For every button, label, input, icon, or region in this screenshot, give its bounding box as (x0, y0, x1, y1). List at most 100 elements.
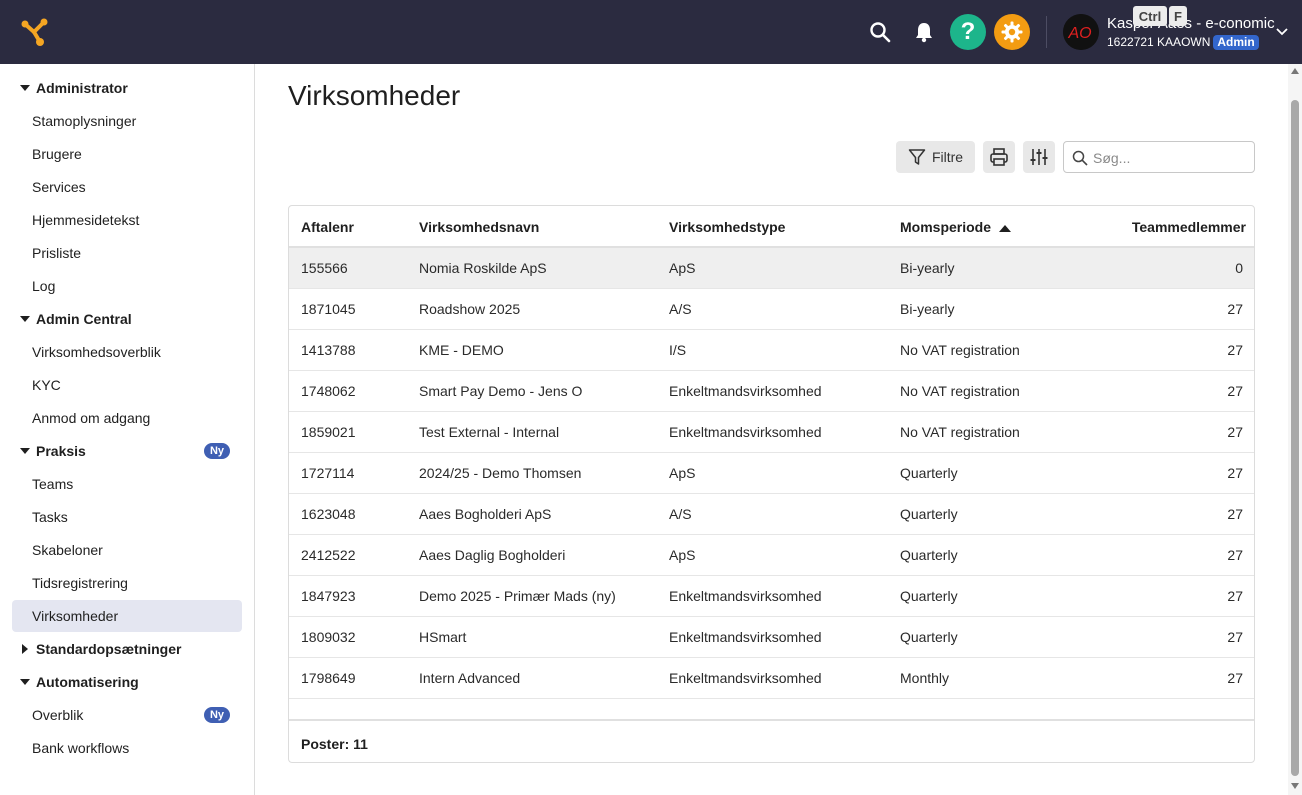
page-scrollbar[interactable] (1288, 64, 1302, 795)
section-label: Standardopsætninger (36, 641, 182, 657)
sidebar-section-standardopsaetninger[interactable]: Standardopsætninger (12, 633, 242, 665)
sidebar-item-skabeloner[interactable]: Skabeloner (12, 534, 242, 566)
sidebar-item-label: Overblik (32, 707, 84, 723)
settings-gear-icon[interactable] (994, 14, 1030, 50)
column-header-aftalenr[interactable]: Aftalenr (301, 219, 354, 235)
printer-icon (990, 148, 1008, 166)
cell-momsperiode: No VAT registration (900, 424, 1020, 440)
table-row[interactable]: 1413788 KME - DEMO I/S No VAT registrati… (289, 330, 1254, 371)
topbar-divider (1046, 16, 1047, 48)
app-logo-icon[interactable] (17, 15, 51, 49)
cell-momsperiode: Quarterly (900, 629, 958, 645)
bell-icon[interactable] (906, 14, 942, 50)
cell-momsperiode: Quarterly (900, 465, 958, 481)
filter-icon (908, 149, 926, 165)
sidebar-section-admin-central[interactable]: Admin Central (12, 303, 242, 335)
cell-virksomhedsnavn: 2024/25 - Demo Thomsen (419, 465, 582, 481)
sidebar-item-stamoplysninger[interactable]: Stamoplysninger (12, 105, 242, 137)
search-input[interactable] (1093, 148, 1193, 168)
cell-virksomhedsnavn: Test External - Internal (419, 424, 560, 440)
sidebar-item-overblik[interactable]: Overblik Ny (12, 699, 242, 731)
cell-aftalenr: 1727114 (301, 465, 355, 481)
cell-aftalenr: 1859021 (301, 424, 356, 440)
cell-virksomhedsnavn: Aaes Daglig Bogholderi (419, 547, 566, 563)
table-row[interactable]: 2412522 Aaes Daglig Bogholderi ApS Quart… (289, 535, 1254, 576)
cell-momsperiode: No VAT registration (900, 383, 1020, 399)
sidebar-item-prisliste[interactable]: Prisliste (12, 237, 242, 269)
table-row[interactable]: 1809032 HSmart Enkeltmandsvirksomhed Qua… (289, 617, 1254, 658)
sidebar-item-log[interactable]: Log (12, 270, 242, 302)
sidebar-section-administrator[interactable]: Administrator (12, 72, 242, 104)
table-row[interactable]: 1798649 Intern Advanced Enkeltmandsvirks… (289, 658, 1254, 699)
column-header-label: Momsperiode (900, 219, 992, 235)
cell-momsperiode: Quarterly (900, 547, 958, 563)
cell-aftalenr: 1847923 (301, 588, 356, 604)
scroll-up-arrow-icon[interactable] (1291, 68, 1299, 74)
cell-virksomhedsnavn: Roadshow 2025 (419, 301, 521, 317)
cell-teammedlemmer: 27 (1227, 629, 1243, 645)
sidebar-item-teams[interactable]: Teams (12, 468, 242, 500)
sidebar-item-services[interactable]: Services (12, 171, 242, 203)
shortcut-f-key: F (1169, 6, 1187, 26)
sidebar-section-praksis[interactable]: Praksis Ny (12, 435, 242, 467)
sidebar-item-bank-workflows[interactable]: Bank workflows (12, 732, 242, 764)
sidebar-item-hjemmesidetekst[interactable]: Hjemmesidetekst (12, 204, 242, 236)
sidebar: Administrator Stamoplysninger Brugere Se… (0, 64, 255, 795)
page-title: Virksomheder (288, 80, 461, 111)
section-label: Admin Central (36, 311, 132, 327)
sidebar-item-tasks[interactable]: Tasks (12, 501, 242, 533)
sidebar-item-virksomhedsoverblik[interactable]: Virksomhedsoverblik (12, 336, 242, 368)
table-header: Aftalenr Virksomhedsnavn Virksomhedstype… (289, 206, 1254, 248)
cell-teammedlemmer: 27 (1227, 670, 1243, 686)
search-icon[interactable] (862, 14, 898, 50)
cell-virksomhedsnavn: KME - DEMO (419, 342, 504, 358)
table-row[interactable]: 1859021 Test External - Internal Enkeltm… (289, 412, 1254, 453)
cell-aftalenr: 1809032 (301, 629, 356, 645)
cell-aftalenr: 1623048 (301, 506, 356, 522)
avatar-initials: AO (1067, 25, 1091, 42)
column-header-virksomhedstype[interactable]: Virksomhedstype (669, 219, 785, 235)
column-settings-button[interactable] (1023, 141, 1055, 173)
table-row[interactable]: 1727114 2024/25 - Demo Thomsen ApS Quart… (289, 453, 1254, 494)
sidebar-item-kyc[interactable]: KYC (12, 369, 242, 401)
cell-virksomhedstype: Enkeltmandsvirksomhed (669, 629, 822, 645)
help-icon[interactable]: ? (950, 14, 986, 50)
table-row[interactable]: 155566 Nomia Roskilde ApS ApS Bi-yearly … (289, 248, 1254, 289)
cell-virksomhedstype: ApS (669, 260, 696, 276)
cell-virksomhedsnavn: Smart Pay Demo - Jens O (419, 383, 583, 399)
cell-momsperiode: No VAT registration (900, 342, 1020, 358)
table-row[interactable]: 1871045 Roadshow 2025 A/S Bi-yearly 27 (289, 289, 1254, 330)
print-button[interactable] (983, 141, 1015, 173)
sidebar-item-tidsregistrering[interactable]: Tidsregistrering (12, 567, 242, 599)
column-header-teammedlemmer[interactable]: Teammedlemmer (1132, 219, 1246, 235)
cell-virksomhedstype: ApS (669, 465, 696, 481)
cell-teammedlemmer: 27 (1227, 301, 1243, 317)
filter-button[interactable]: Filtre (896, 141, 975, 173)
caret-down-icon (20, 679, 30, 685)
cell-virksomhedstype: Enkeltmandsvirksomhed (669, 383, 822, 399)
section-label: Praksis (36, 443, 86, 459)
avatar[interactable]: AO (1063, 14, 1099, 50)
sidebar-item-virksomheder[interactable]: Virksomheder (12, 600, 242, 632)
sort-ascending-icon (998, 225, 1011, 233)
table-row[interactable]: 1847923 Demo 2025 - Primær Mads (ny) Enk… (289, 576, 1254, 617)
table-row[interactable]: 1748062 Smart Pay Demo - Jens O Enkeltma… (289, 371, 1254, 412)
column-header-momsperiode[interactable]: Momsperiode (900, 219, 1011, 235)
search-field[interactable] (1063, 141, 1255, 173)
scroll-down-arrow-icon[interactable] (1291, 783, 1299, 789)
table-row[interactable]: 1623048 Aaes Bogholderi ApS A/S Quarterl… (289, 494, 1254, 535)
cell-momsperiode: Monthly (900, 670, 950, 686)
caret-down-icon (20, 85, 30, 91)
cell-aftalenr: 1748062 (301, 383, 356, 399)
shortcut-ctrl-key: Ctrl (1133, 6, 1167, 26)
cell-momsperiode: Quarterly (900, 588, 958, 604)
column-header-virksomhedsnavn[interactable]: Virksomhedsnavn (419, 219, 539, 235)
cell-virksomhedstype: A/S (669, 301, 692, 317)
chevron-down-icon[interactable] (1274, 24, 1290, 40)
cell-teammedlemmer: 27 (1227, 506, 1243, 522)
sidebar-section-automatisering[interactable]: Automatisering (12, 666, 242, 698)
sidebar-item-brugere[interactable]: Brugere (12, 138, 242, 170)
cell-virksomhedstype: Enkeltmandsvirksomhed (669, 588, 822, 604)
sidebar-item-anmod-om-adgang[interactable]: Anmod om adgang (12, 402, 242, 434)
scrollbar-thumb[interactable] (1291, 100, 1299, 776)
